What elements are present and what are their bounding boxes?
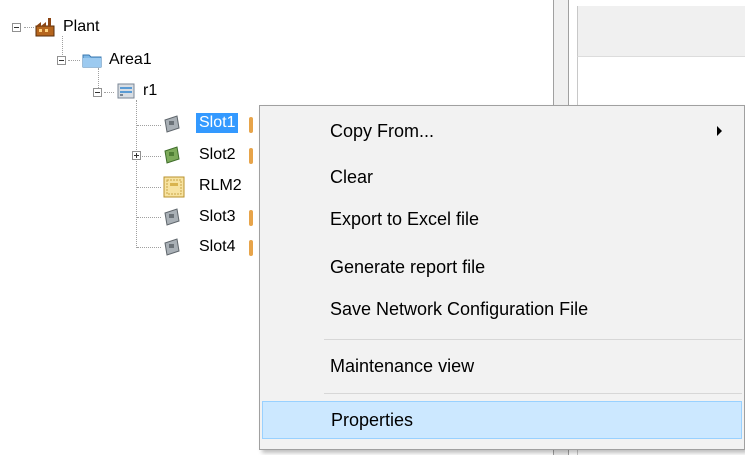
menu-item-label: Maintenance view — [330, 355, 475, 376]
rack-icon — [117, 83, 135, 99]
menu-item-label: Clear — [330, 166, 374, 187]
tree-node-rlm2[interactable]: RLM2 — [196, 176, 245, 196]
tree-connector — [136, 100, 137, 248]
menu-separator — [324, 339, 742, 340]
rlm-module-icon — [163, 176, 185, 198]
collapse-toggle[interactable] — [12, 23, 21, 32]
menu-item-maintenance-view[interactable]: Maintenance view — [262, 347, 742, 385]
status-marker — [249, 148, 253, 164]
module-card-icon — [164, 208, 180, 226]
tree-connector — [142, 156, 161, 157]
module-card-icon — [164, 146, 180, 164]
tree-connector — [104, 92, 114, 93]
menu-item-save-network-config[interactable]: Save Network Configuration File — [262, 290, 742, 328]
app-window: Plant Area1 r1 Slot1 Slot2 RLM2 Slot3 Sl… — [0, 0, 745, 455]
status-marker — [249, 210, 253, 226]
tree-node-area1[interactable]: Area1 — [106, 50, 155, 70]
menu-item-label: Copy From... — [330, 120, 435, 141]
tree-node-slot3[interactable]: Slot3 — [196, 207, 238, 227]
tree-connector — [137, 187, 161, 188]
menu-item-label: Generate report file — [330, 256, 486, 277]
tree-connector — [137, 247, 161, 248]
tree-connector — [137, 217, 161, 218]
collapse-toggle[interactable] — [57, 56, 66, 65]
tree-node-r1[interactable]: r1 — [140, 81, 160, 101]
plant-icon — [35, 18, 55, 37]
collapse-toggle[interactable] — [93, 88, 102, 97]
tree-connector — [24, 27, 34, 28]
tree-node-slot1[interactable]: Slot1 — [196, 113, 239, 133]
tree-node-slot2[interactable]: Slot2 — [196, 145, 238, 165]
menu-item-properties[interactable]: Properties — [262, 401, 742, 439]
tree-connector — [137, 125, 161, 126]
module-card-icon — [164, 115, 180, 133]
menu-item-generate-report[interactable]: Generate report file — [262, 248, 742, 286]
details-header — [577, 6, 745, 57]
submenu-arrow-icon — [717, 126, 722, 136]
menu-separator — [324, 393, 742, 394]
tree-connector — [98, 68, 99, 90]
menu-item-export-excel[interactable]: Export to Excel file — [262, 200, 742, 238]
expand-toggle[interactable] — [132, 151, 141, 160]
menu-item-label: Properties — [331, 409, 414, 430]
module-card-icon — [164, 238, 180, 256]
menu-item-label: Export to Excel file — [330, 208, 480, 229]
status-marker — [249, 240, 253, 256]
menu-item-label: Save Network Configuration File — [330, 298, 589, 319]
tree-node-plant[interactable]: Plant — [60, 17, 102, 37]
tree-node-slot4[interactable]: Slot4 — [196, 237, 238, 257]
menu-item-clear[interactable]: Clear — [262, 158, 742, 196]
tree-connector — [68, 60, 80, 61]
menu-item-copy-from[interactable]: Copy From... — [262, 112, 742, 150]
context-menu: Copy From... Clear Export to Excel file … — [259, 105, 745, 450]
folder-icon — [82, 54, 102, 68]
status-marker — [249, 117, 253, 133]
